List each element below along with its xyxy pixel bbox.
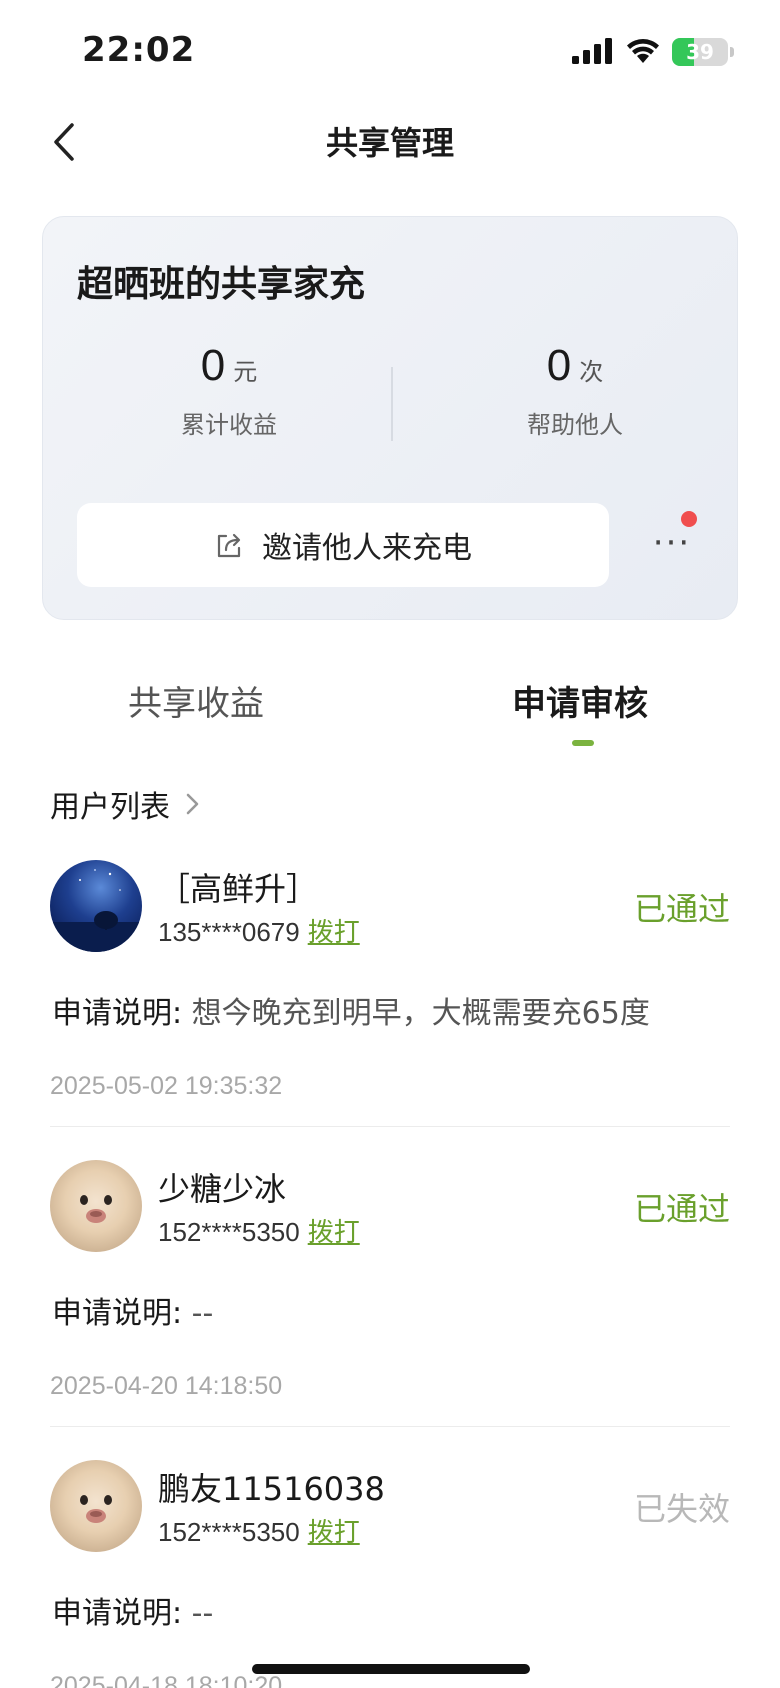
- more-icon: ···: [652, 523, 692, 563]
- invite-label: 邀请他人来充电: [262, 531, 472, 566]
- avatar: [50, 860, 142, 952]
- call-link[interactable]: 拨打: [308, 1212, 360, 1249]
- status-badge: 已失效: [633, 1490, 730, 1528]
- battery-icon: 39: [672, 38, 728, 66]
- phone-row: 135****0679 拨打: [158, 912, 360, 949]
- phone-row: 152****5350 拨打: [158, 1512, 360, 1549]
- tab-bar: 共享收益 申请审核: [0, 660, 780, 750]
- application-time: 2025-04-18 18:10:20: [50, 1672, 283, 1688]
- tab-application-review[interactable]: 申请审核: [512, 676, 648, 725]
- battery-cap: [730, 47, 734, 57]
- user-phone: 152****5350: [158, 1517, 300, 1547]
- tab-shared-income[interactable]: 共享收益: [128, 676, 264, 725]
- divider: [50, 1126, 730, 1127]
- list-item: 鹏友11516038 152****5350 拨打 已失效 申请说明: -- 2…: [50, 1460, 730, 1688]
- dog-photo: [80, 1195, 112, 1223]
- application-time: 2025-04-20 14:18:50: [50, 1372, 283, 1400]
- list-item: ［高鲜升］ 135****0679 拨打 已通过 申请说明: 想今晚充到明早，大…: [50, 860, 730, 1140]
- user-name: 少糖少冰: [158, 1170, 287, 1208]
- note-label: 申请说明:: [52, 1296, 183, 1331]
- note-text: --: [191, 1596, 214, 1631]
- call-link[interactable]: 拨打: [308, 1512, 360, 1549]
- battery-percent: 39: [686, 40, 714, 64]
- list-item: 少糖少冰 152****5350 拨打 已通过 申请说明: -- 2025-04…: [50, 1160, 730, 1440]
- user-list-link[interactable]: 用户列表: [50, 782, 202, 826]
- helped-label: 帮助他人: [527, 411, 623, 439]
- wifi-icon: [627, 39, 659, 63]
- invite-button[interactable]: 邀请他人来充电: [77, 503, 609, 587]
- helped-unit: 次: [579, 358, 604, 386]
- user-list-label: 用户列表: [50, 790, 170, 825]
- cellular-signal-icon: [572, 38, 612, 64]
- user-name: 鹏友11516038: [158, 1470, 385, 1508]
- page-title: 共享管理: [325, 124, 454, 162]
- chevron-right-icon: [186, 793, 199, 815]
- user-phone: 152****5350: [158, 1217, 300, 1247]
- nav-bar: 共享管理: [0, 100, 780, 184]
- user-name: ［高鲜升］: [158, 870, 319, 908]
- helped-stat: 0 次 帮助他人: [445, 341, 705, 440]
- user-phone: 135****0679: [158, 917, 300, 947]
- stat-divider: [391, 367, 393, 441]
- application-note: 申请说明: --: [52, 1288, 213, 1332]
- application-time: 2025-05-02 19:35:32: [50, 1072, 283, 1100]
- station-name: 超晒班的共享家充: [77, 264, 366, 305]
- tab-active-indicator: [572, 740, 594, 746]
- note-label: 申请说明:: [52, 996, 183, 1031]
- application-note: 申请说明: 想今晚充到明早，大概需要充65度: [52, 988, 650, 1032]
- earnings-label: 累计收益: [181, 411, 277, 439]
- call-link[interactable]: 拨打: [308, 912, 360, 949]
- divider: [50, 1426, 730, 1427]
- application-note: 申请说明: --: [52, 1588, 213, 1632]
- earnings-stat: 0 元 累计收益: [99, 341, 359, 440]
- helped-value: 0: [546, 341, 572, 390]
- notification-dot: [681, 511, 697, 527]
- status-bar: 22:02 39: [0, 0, 780, 100]
- note-label: 申请说明:: [52, 1596, 183, 1631]
- status-time: 22:02: [82, 30, 196, 70]
- avatar: [50, 1460, 142, 1552]
- avatar: [50, 1160, 142, 1252]
- dog-photo: [80, 1495, 112, 1523]
- note-text: --: [191, 1296, 214, 1331]
- note-text: 想今晚充到明早，大概需要充65度: [191, 996, 650, 1031]
- phone-row: 152****5350 拨打: [158, 1212, 360, 1249]
- status-badge: 已通过: [633, 890, 730, 928]
- status-badge: 已通过: [633, 1190, 730, 1228]
- home-indicator: [252, 1664, 530, 1674]
- station-card: 超晒班的共享家充 0 元 累计收益 0 次 帮助他人 邀请他人来充电 ···: [42, 216, 738, 620]
- share-icon: [217, 533, 241, 558]
- earnings-unit: 元: [233, 358, 258, 386]
- earnings-value: 0: [200, 341, 226, 390]
- night-sky-image: [50, 869, 142, 952]
